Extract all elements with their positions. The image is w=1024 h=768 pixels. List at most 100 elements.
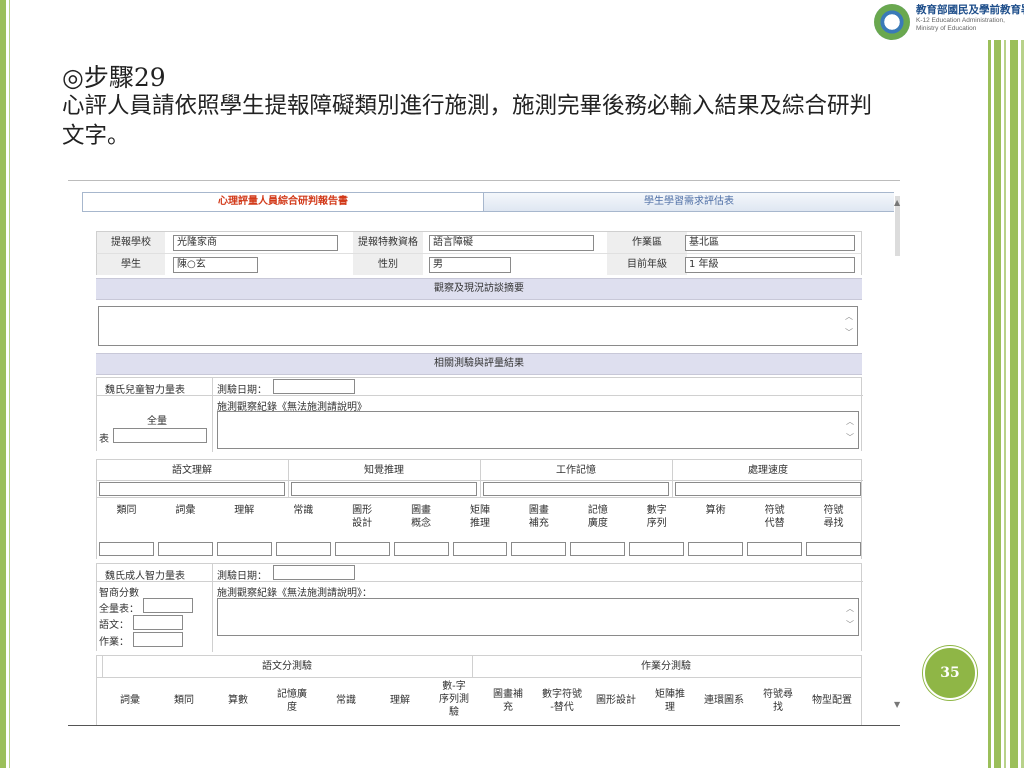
wais-notes-textarea[interactable]: ︿ ﹀ [217,598,859,636]
student-field[interactable]: 陳○玄 [173,257,258,273]
wais-date-field[interactable] [273,565,355,580]
page-scroll-up-icon[interactable]: ▲ [894,198,900,207]
gender-label: 性別 [353,254,423,275]
wisc-perceptual-score[interactable] [291,482,477,496]
wisc-subtest-score[interactable] [806,542,861,556]
form-screenshot: 心理評量人員綜合研判報告書 學生學習需求評估表 提報學校 光隆家商 提報特教資格… [68,180,900,726]
wisc-subtest-score[interactable] [688,542,744,556]
step-description: 心評人員請依照學生提報障礙類別進行施測，施測完畢後務必輸入結果及綜合研判文字。 [62,93,873,149]
step-title: ◎步驟29 [62,63,166,92]
wisc-subtest-score[interactable] [629,542,685,556]
category-field[interactable]: 語言障礙 [429,235,594,251]
category-label: 提報特教資格 [353,232,423,253]
wais-name: 魏氏成人智力量表 [105,571,185,582]
textarea-scroll-icon[interactable]: ︿ ﹀ [844,601,856,633]
wais-notes-label: 施測觀察紀錄《無法施測請說明》： [217,588,372,599]
wisc-block: 魏氏兒童智力量表 測驗日期： 全量 表 施測觀察紀錄《無法施測請說明》 ︿ ﹀ [96,377,863,452]
wais-subtest-header: 記憶廣 度 [277,689,307,713]
wisc-subtest-header: 圖畫 概念 [411,505,432,529]
wisc-full-scale-label-2: 表 [99,434,109,445]
wisc-memory-score[interactable] [483,482,669,496]
wais-subtest-header: 理解 [390,695,410,706]
wisc-subtest-score[interactable] [747,542,803,556]
wisc-subtest-score[interactable] [393,542,449,556]
tab-psych-report[interactable]: 心理評量人員綜合研判報告書 [83,193,483,211]
wisc-subtest-header: 圖畫 補充 [528,505,549,529]
wais-iq-label: 智商分數 [99,588,139,599]
wais-full-label: 全量表： [99,604,139,615]
wisc-subtest-score[interactable] [275,542,331,556]
wisc-date-label: 測驗日期： [217,385,267,396]
wisc-verbal-score[interactable] [99,482,285,496]
wisc-subtest-header: 矩陣 推理 [469,505,490,529]
wisc-subtest-header: 圖形 設計 [352,505,373,529]
wisc-speed-score[interactable] [675,482,861,496]
wais-full-field[interactable] [143,598,193,613]
wisc-subtest-header: 算術 [705,505,726,516]
wisc-subtest-score[interactable] [99,542,154,556]
student-label: 學生 [97,254,165,275]
wais-subtest-header: 矩陣推 理 [655,689,685,713]
wais-subtest-header: 圖形設計 [596,695,636,706]
wais-subtest-header: 物型配置 [812,695,852,706]
form-row-student: 學生 陳○玄 性別 男 目前年級 1 年級 [96,253,862,275]
school-field[interactable]: 光隆家商 [173,235,338,251]
textarea-scroll-icon[interactable]: ︿ ﹀ [844,414,856,446]
tab-learning-needs[interactable]: 學生學習需求評估表 [483,193,894,211]
wisc-index-row: 語文理解 知覺推理 工作記憶 處理速度 [96,459,863,498]
wais-subtest-header: 常識 [336,695,356,706]
wais-perf-group: 作業分測驗 [641,661,691,672]
wais-verbal-label: 語文： [99,620,129,631]
wisc-date-field[interactable] [273,379,355,394]
wais-verbal-field[interactable] [133,615,183,630]
wisc-subtest-score[interactable] [452,542,508,556]
logo-sub-text: K-12 Education Administration, Ministry … [916,17,1005,32]
wisc-index-verbal: 語文理解 [172,465,212,476]
wisc-full-scale-field[interactable] [113,428,207,443]
wais-subtest-header: 符號尋 找 [763,689,793,713]
district-field[interactable]: 基北區 [685,235,855,251]
slide-left-accent-bar [0,0,6,768]
wais-date-label: 測驗日期： [217,571,267,582]
wais-subtest-header: 算數 [228,695,248,706]
wisc-subtest-score[interactable] [157,542,213,556]
grade-label: 目前年級 [607,254,687,275]
wisc-subtest-score[interactable] [511,542,567,556]
wais-perf-field[interactable] [133,632,183,647]
wais-subtest-header: 類同 [174,695,194,706]
wisc-subtest-score[interactable] [570,542,626,556]
wais-perf-label: 作業： [99,637,129,648]
wais-subtest-header: 數-字 序列測 驗 [439,681,469,718]
wisc-name: 魏氏兒童智力量表 [105,385,185,396]
district-label: 作業區 [607,232,687,253]
ministry-seal-icon [874,4,910,40]
form-row-school: 提報學校 光隆家商 提報特教資格 語言障礙 作業區 基北區 [96,231,862,253]
wais-block: 魏氏成人智力量表 測驗日期： 智商分數 全量表： 語文： 作業： 施測觀察紀錄《… [96,563,863,652]
grade-field[interactable]: 1 年級 [685,257,855,273]
wisc-notes-textarea[interactable]: ︿ ﹀ [217,411,859,449]
wisc-subtest-header: 記憶 廣度 [587,505,608,529]
wisc-index-speed: 處理速度 [748,465,788,476]
gender-field[interactable]: 男 [429,257,511,273]
wais-subtest-row: 詞彙 類同 算數 記憶廣 度 常識 理解 數-字 序列測 驗圖畫補 充數字符號 -替代 圖形設… [96,677,862,725]
page-number-badge: 35 [923,646,977,700]
wais-verbal-group: 語文分測驗 [262,661,312,672]
observation-textarea[interactable]: ︿ ﹀ [98,306,858,346]
wisc-index-perceptual: 知覺推理 [364,465,404,476]
tab-bar: 心理評量人員綜合研判報告書 學生學習需求評估表 [82,192,894,212]
page-scroll-down-icon[interactable]: ▼ [894,700,900,709]
wisc-subtest-header: 理解 [234,505,255,516]
wisc-subtest-row: 類同 詞彙 理解 常識 圖形 設計 圖畫 概念 矩陣 推理 圖畫 補充 記憶 廣度 數字 序列 算術… [96,497,862,559]
wisc-index-memory: 工作記憶 [556,465,596,476]
wais-subtest-header: 詞彙 [120,695,140,706]
wisc-subtest-score[interactable] [334,542,390,556]
wais-group-row: 語文分測驗 作業分測驗 [96,655,862,678]
logo-main-text: 教育部國民及學前教育署 [916,4,1024,16]
wisc-subtest-score[interactable] [216,542,272,556]
textarea-scroll-icon[interactable]: ︿ ﹀ [843,309,855,343]
wisc-subtest-header: 符號 代替 [764,505,785,529]
slide-right-stripes [988,40,1024,768]
wisc-subtest-header: 數字 序列 [646,505,667,529]
ministry-logo: 教育部國民及學前教育署 K-12 Education Administratio… [870,0,1024,48]
wisc-subtest-header: 類同 [116,505,137,516]
